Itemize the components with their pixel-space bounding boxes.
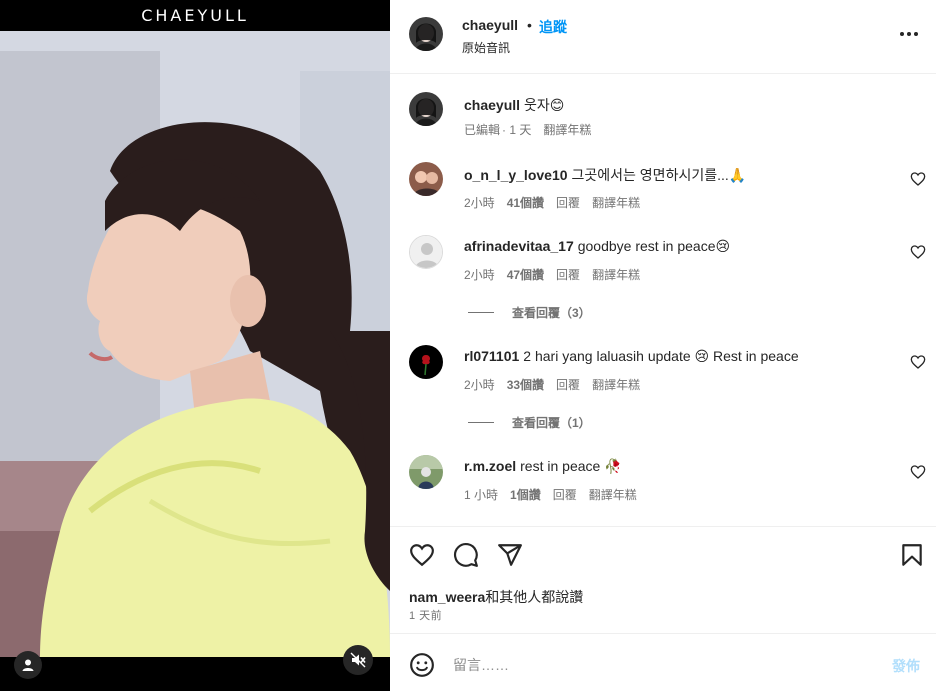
comment-username[interactable]: afrinadevitaa_17: [464, 238, 574, 254]
separator-dot: •: [527, 17, 532, 33]
caption-avatar[interactable]: [409, 92, 443, 126]
view-replies-label[interactable]: 查看回覆（1）: [512, 414, 591, 431]
comment-time[interactable]: 1 小時: [464, 488, 498, 502]
view-replies-label[interactable]: 查看回覆（3）: [512, 304, 591, 321]
more-options-button[interactable]: [898, 24, 920, 44]
translate-button[interactable]: 翻譯年糕: [592, 378, 640, 392]
comment-likes[interactable]: 1個讚: [510, 488, 541, 502]
follow-button[interactable]: 追蹤: [539, 17, 567, 37]
like-comment-heart-icon[interactable]: [910, 244, 926, 260]
comment-likes[interactable]: 41個讚: [507, 196, 544, 210]
dot-icon: [900, 32, 904, 36]
share-send-icon[interactable]: [497, 542, 523, 568]
author-avatar[interactable]: [409, 17, 443, 51]
save-bookmark-icon[interactable]: [899, 542, 925, 568]
avatar-image: [409, 345, 443, 379]
post-header: chaeyull • 追蹤 原始音訊: [390, 0, 936, 74]
brand-title: CHAEYULL: [0, 0, 390, 31]
comment-meta: 1 小時 1個讚 回覆 翻譯年糕: [464, 486, 649, 503]
reply-button[interactable]: 回覆: [556, 378, 580, 392]
view-replies-button[interactable]: 查看回覆（1）: [468, 414, 591, 431]
avatar-image: [409, 455, 443, 489]
comment-likes[interactable]: 33個讚: [507, 378, 544, 392]
caption-text: chaeyull 웃자😊: [464, 95, 564, 115]
author-username[interactable]: chaeyull: [462, 17, 518, 33]
caption-username[interactable]: chaeyull: [464, 97, 520, 113]
view-replies-button[interactable]: 查看回覆（3）: [468, 304, 591, 321]
tagged-users-button[interactable]: [14, 651, 42, 679]
comment-text: afrinadevitaa_17 goodbye rest in peace😢: [464, 238, 730, 255]
comment-username[interactable]: r.m.zoel: [464, 458, 516, 474]
media-pane: CHAEYULL: [0, 0, 390, 691]
comment-body: goodbye rest in peace😢: [577, 238, 731, 254]
like-comment-heart-icon[interactable]: [910, 354, 926, 370]
like-heart-icon[interactable]: [409, 542, 435, 568]
comment-avatar[interactable]: [409, 345, 443, 379]
reply-button[interactable]: 回覆: [553, 488, 577, 502]
post-dialog: CHAEYULL chaeyull • 追蹤 原始音訊 chaeyull 웃자😊…: [0, 0, 936, 691]
comment-text: o_n_l_y_love10 그곳에서는 영면하시기를...🙏: [464, 165, 746, 185]
reply-button[interactable]: 回覆: [556, 196, 580, 210]
comment-meta: 2小時 41個讚 回覆 翻譯年糕: [464, 194, 652, 211]
post-video[interactable]: [0, 31, 390, 657]
reply-button[interactable]: 回覆: [556, 268, 580, 282]
comment-time[interactable]: 2小時: [464, 268, 495, 282]
caption-body: 웃자😊: [524, 97, 565, 113]
replies-divider: [468, 312, 494, 313]
avatar-image: [409, 162, 443, 196]
comment-body: rest in peace 🥀: [520, 458, 622, 474]
post-actions: [390, 526, 936, 634]
comment-text: rl071101 2 hari yang laluasih update 😢 Re…: [464, 348, 799, 365]
comment-time[interactable]: 2小時: [464, 378, 495, 392]
comment-avatar[interactable]: [409, 455, 443, 489]
dot-icon: [914, 32, 918, 36]
comment-avatar[interactable]: [409, 162, 443, 196]
dot-icon: [907, 32, 911, 36]
comment-bubble-icon[interactable]: [453, 542, 479, 568]
caption-translate[interactable]: 翻譯年糕: [543, 123, 591, 137]
liker-username[interactable]: nam_weera: [409, 589, 485, 605]
likes-suffix[interactable]: 和其他人都說讚: [485, 589, 583, 605]
translate-button[interactable]: 翻譯年糕: [589, 488, 637, 502]
comment-meta: 2小時 33個讚 回覆 翻譯年糕: [464, 376, 652, 393]
media-footer: [0, 657, 390, 691]
translate-button[interactable]: 翻譯年糕: [592, 196, 640, 210]
comment-time[interactable]: 2小時: [464, 196, 495, 210]
edited-label: 已編輯: [464, 123, 501, 137]
speaker-muted-icon: [350, 652, 366, 668]
post-comment-button[interactable]: 發佈: [892, 656, 920, 676]
replies-divider: [468, 422, 494, 423]
like-comment-heart-icon[interactable]: [910, 464, 926, 480]
comment-input[interactable]: [453, 653, 873, 677]
mute-button[interactable]: [343, 645, 373, 675]
comment-username[interactable]: o_n_l_y_love10: [464, 167, 568, 183]
avatar-image: [409, 17, 443, 51]
comment-composer: 發佈: [390, 635, 936, 691]
video-frame: [0, 31, 390, 657]
comment-likes[interactable]: 47個讚: [507, 268, 544, 282]
likes-summary[interactable]: nam_weera和其他人都說讚: [409, 587, 583, 607]
default-avatar-icon: [410, 236, 442, 268]
caption-time[interactable]: · 1 天: [502, 123, 531, 137]
emoji-icon[interactable]: [409, 652, 435, 678]
translate-button[interactable]: 翻譯年糕: [592, 268, 640, 282]
comment-body: 그곳에서는 영면하시기를...🙏: [571, 167, 747, 183]
audio-subtitle[interactable]: 原始音訊: [462, 39, 510, 56]
post-details: chaeyull • 追蹤 原始音訊 chaeyull 웃자😊 已編輯 · 1 天翻…: [390, 0, 936, 691]
post-time[interactable]: 1 天前: [409, 607, 442, 623]
comment-meta: 2小時 47個讚 回覆 翻譯年糕: [464, 266, 652, 283]
person-icon: [22, 659, 34, 671]
like-comment-heart-icon[interactable]: [910, 171, 926, 187]
comment-avatar[interactable]: [409, 235, 443, 269]
comment-body: 2 hari yang laluasih update 😢 Rest in pe…: [523, 348, 799, 364]
avatar-image: [409, 92, 443, 126]
comment-username[interactable]: rl071101: [464, 348, 519, 364]
caption-meta: 已編輯 · 1 天翻譯年糕: [464, 121, 603, 138]
comment-text: r.m.zoel rest in peace 🥀: [464, 458, 622, 475]
